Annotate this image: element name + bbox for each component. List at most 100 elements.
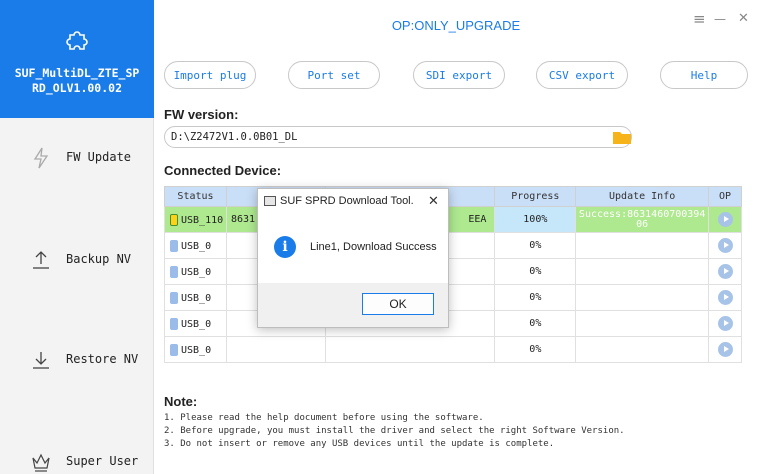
- menu-icon[interactable]: ≡: [693, 10, 706, 28]
- table-row[interactable]: USB_0 0%: [164, 284, 742, 311]
- notes-list: 1. Please read the help document before …: [164, 412, 625, 451]
- status-cell: USB_0: [164, 336, 227, 363]
- table-row[interactable]: USB_0 0%: [164, 232, 742, 259]
- usb-icon: [170, 265, 178, 278]
- connected-device-label: Connected Device:: [164, 163, 282, 178]
- close-icon[interactable]: ✕: [738, 11, 749, 26]
- op-cell: [708, 206, 742, 233]
- status-cell: USB_110: [164, 206, 227, 233]
- imei-cell: [225, 336, 326, 363]
- table-row[interactable]: USB_0 0%: [164, 310, 742, 337]
- col-progress: Progress: [494, 186, 577, 207]
- download-icon: [33, 352, 49, 369]
- import-plug-button[interactable]: Import plug: [164, 61, 256, 89]
- status-cell: USB_0: [164, 258, 227, 285]
- update-info-cell: [575, 310, 709, 337]
- version-cell: [324, 336, 496, 363]
- update-info-cell: [575, 258, 709, 285]
- main-panel: OP:ONLY_UPGRADE ≡ — ✕ Import plug Port s…: [155, 0, 757, 474]
- update-info-cell: [575, 336, 709, 363]
- status-text: USB_0: [181, 266, 212, 278]
- play-icon[interactable]: [717, 290, 733, 305]
- op-cell: [708, 232, 742, 259]
- play-icon[interactable]: [717, 342, 733, 357]
- sidebar-item-fw-update[interactable]: FW Update: [0, 138, 154, 178]
- status-text: USB_110: [181, 214, 224, 226]
- table-row[interactable]: USB_110 8631 EEA 100% Success:86314607003940…: [164, 206, 742, 233]
- col-status: Status: [164, 186, 227, 207]
- dialog-close-icon[interactable]: ✕: [428, 193, 439, 209]
- csv-export-button[interactable]: CSV export: [536, 61, 628, 89]
- sidebar-item-label: FW Update: [66, 150, 132, 164]
- note-line: 2. Before upgrade, you must install the …: [164, 426, 625, 436]
- play-icon[interactable]: [717, 238, 733, 253]
- app-name-line1: SUF_MultiDL_ZTE_SP: [14, 66, 140, 80]
- play-icon[interactable]: [717, 264, 733, 279]
- progress-cell: 0%: [494, 284, 577, 311]
- progress-cell: 0%: [494, 258, 577, 285]
- sidebar-header: SUF_MultiDL_ZTE_SP RD_OLV1.00.02: [0, 0, 154, 118]
- sidebar: SUF_MultiDL_ZTE_SP RD_OLV1.00.02 FW Upda…: [0, 0, 154, 474]
- fw-path: D:\Z2472V1.0.0B01_DL: [171, 131, 298, 143]
- ok-button[interactable]: OK: [362, 293, 434, 315]
- op-cell: [708, 310, 742, 337]
- lightning-icon: [33, 147, 49, 169]
- progress-cell: 0%: [494, 336, 577, 363]
- status-cell: USB_0: [164, 310, 227, 337]
- folder-icon[interactable]: [612, 129, 632, 145]
- dialog-footer: OK: [258, 283, 448, 327]
- sidebar-item-label: Backup NV: [66, 252, 132, 266]
- sidebar-item-restore-nv[interactable]: Restore NV: [0, 340, 154, 380]
- col-op: OP: [708, 186, 742, 207]
- usb-icon: [170, 213, 178, 226]
- status-cell: USB_0: [164, 232, 227, 259]
- update-info-cell: [575, 232, 709, 259]
- dialog-title-bar: SUF SPRD Download Tool. ✕: [258, 189, 448, 213]
- device-table: Status Progress Update Info OP USB_110 86…: [164, 186, 742, 363]
- dialog-body: i Line1, Download Success: [258, 213, 448, 283]
- usb-icon: [170, 343, 178, 356]
- sidebar-item-backup-nv[interactable]: Backup NV: [0, 240, 154, 280]
- usb-icon: [170, 317, 178, 330]
- usb-icon: [170, 291, 178, 304]
- download-success-dialog: SUF SPRD Download Tool. ✕ i Line1, Downl…: [257, 188, 449, 328]
- note-line: 3. Do not insert or remove any USB devic…: [164, 439, 555, 449]
- port-set-button[interactable]: Port set: [288, 61, 380, 89]
- app-window-icon: [264, 196, 276, 206]
- op-cell: [708, 284, 742, 311]
- fw-version-field[interactable]: D:\Z2472V1.0.0B01_DL: [164, 126, 632, 148]
- col-update-info: Update Info: [575, 186, 709, 207]
- op-cell: [708, 336, 742, 363]
- status-text: USB_0: [181, 292, 212, 304]
- progress-cell: 0%: [494, 310, 577, 337]
- status-text: USB_0: [181, 318, 212, 330]
- play-icon[interactable]: [717, 316, 733, 331]
- op-cell: [708, 258, 742, 285]
- sdi-export-button[interactable]: SDI export: [413, 61, 505, 89]
- dialog-title: SUF SPRD Download Tool.: [280, 195, 414, 207]
- dialog-message: Line1, Download Success: [310, 241, 437, 253]
- upload-icon: [33, 251, 49, 269]
- note-label: Note:: [164, 394, 198, 409]
- sidebar-item-super-user[interactable]: Super User: [0, 442, 154, 474]
- crown-icon: [32, 453, 50, 472]
- window-title: OP:ONLY_UPGRADE: [391, 18, 521, 33]
- progress-cell: 100%: [494, 206, 577, 233]
- play-icon[interactable]: [717, 212, 733, 227]
- sidebar-item-label: Super User: [66, 454, 139, 468]
- puzzle-logo-icon: [66, 31, 88, 50]
- table-header-row: Status Progress Update Info OP: [164, 186, 742, 207]
- help-button[interactable]: Help: [660, 61, 748, 89]
- table-row[interactable]: USB_0 0%: [164, 336, 742, 363]
- info-icon: i: [274, 236, 296, 258]
- app-name-line2: RD_OLV1.00.02: [31, 81, 122, 95]
- status-text: USB_0: [181, 344, 212, 356]
- title-bar: OP:ONLY_UPGRADE ≡ — ✕: [155, 0, 757, 52]
- usb-icon: [170, 239, 178, 252]
- update-info-cell: [575, 284, 709, 311]
- minimize-icon[interactable]: —: [714, 12, 726, 26]
- table-row[interactable]: USB_0 0%: [164, 258, 742, 285]
- app-name: SUF_MultiDL_ZTE_SP RD_OLV1.00.02: [0, 66, 154, 96]
- status-text: USB_0: [181, 240, 212, 252]
- progress-cell: 0%: [494, 232, 577, 259]
